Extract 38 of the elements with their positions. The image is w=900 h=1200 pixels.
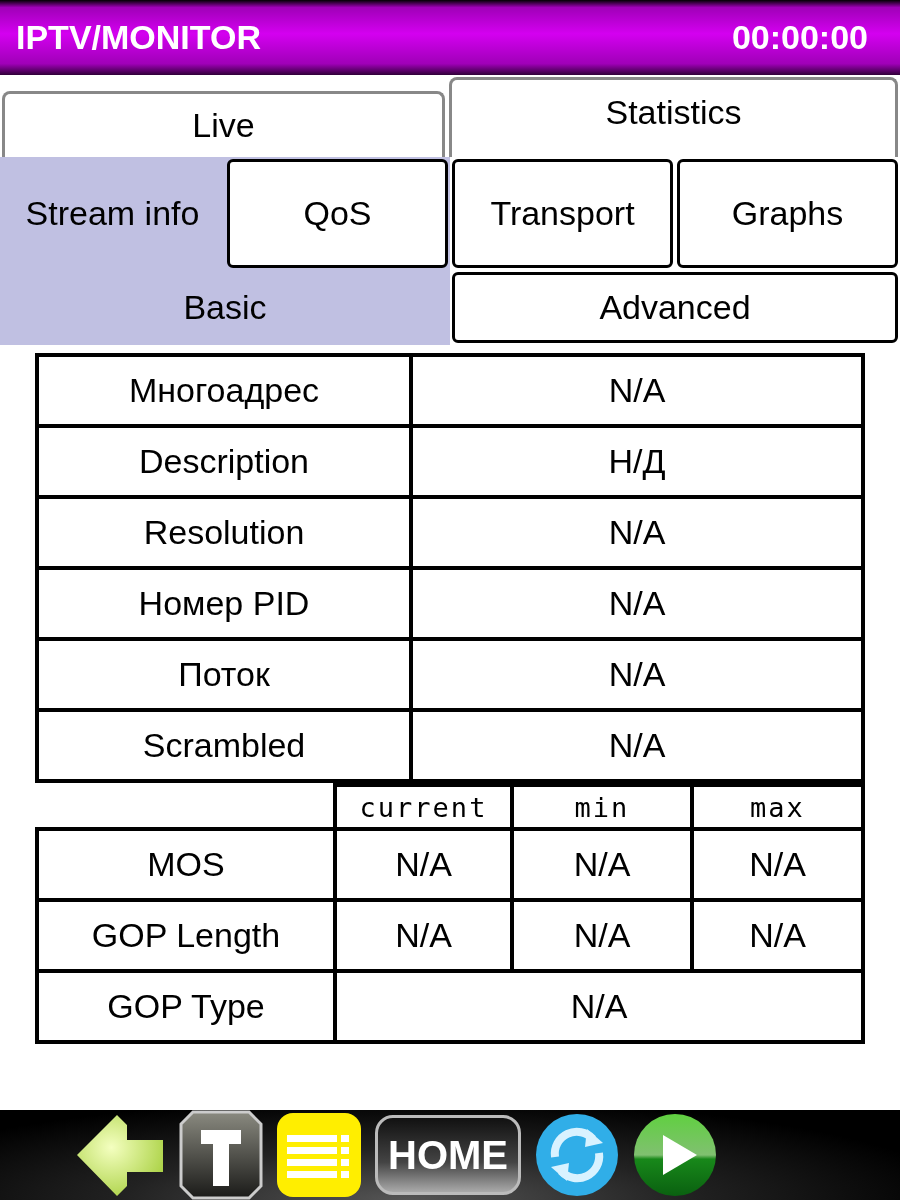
table-cell: N/A bbox=[411, 710, 863, 781]
table-cell: N/A bbox=[335, 829, 512, 900]
tab[interactable]: Advanced bbox=[452, 272, 898, 343]
tab[interactable]: QoS bbox=[227, 159, 448, 268]
tab[interactable]: Graphs bbox=[677, 159, 898, 268]
refresh-icon[interactable] bbox=[535, 1113, 619, 1197]
list-icon[interactable] bbox=[277, 1113, 361, 1197]
table-cell: Scrambled bbox=[37, 710, 411, 781]
table-cell: Н/Д bbox=[411, 426, 863, 497]
table-cell: GOP Type bbox=[37, 971, 335, 1042]
table-cell: N/A bbox=[692, 900, 863, 971]
tab[interactable]: Statistics bbox=[449, 77, 898, 157]
table-cell: Поток bbox=[37, 639, 411, 710]
table-cell: N/A bbox=[335, 900, 512, 971]
column-header: max bbox=[692, 785, 863, 829]
table-cell: Description bbox=[37, 426, 411, 497]
tab[interactable]: Live bbox=[2, 91, 445, 157]
table-cell: N/A bbox=[692, 829, 863, 900]
column-header: min bbox=[512, 785, 692, 829]
home-button[interactable]: HOME bbox=[375, 1115, 521, 1195]
table-cell: N/A bbox=[411, 639, 863, 710]
table-cell: Многоадрес bbox=[37, 355, 411, 426]
table-cell: N/A bbox=[512, 900, 692, 971]
table-cell: N/A bbox=[335, 971, 863, 1042]
table-cell: N/A bbox=[411, 355, 863, 426]
column-header: current bbox=[335, 785, 512, 829]
table-cell: N/A bbox=[411, 497, 863, 568]
table-cell: Resolution bbox=[37, 497, 411, 568]
clock: 00:00:00 bbox=[731, 18, 868, 57]
play-icon[interactable] bbox=[633, 1113, 717, 1197]
app-title: IPTV/MONITOR bbox=[16, 18, 261, 57]
table-cell: GOP Length bbox=[37, 900, 335, 971]
tab[interactable]: Transport bbox=[452, 159, 673, 268]
table-cell: N/A bbox=[411, 568, 863, 639]
text-icon[interactable] bbox=[179, 1110, 263, 1200]
table-cell: N/A bbox=[512, 829, 692, 900]
table-cell: Номер PID bbox=[37, 568, 411, 639]
table-cell: MOS bbox=[37, 829, 335, 900]
